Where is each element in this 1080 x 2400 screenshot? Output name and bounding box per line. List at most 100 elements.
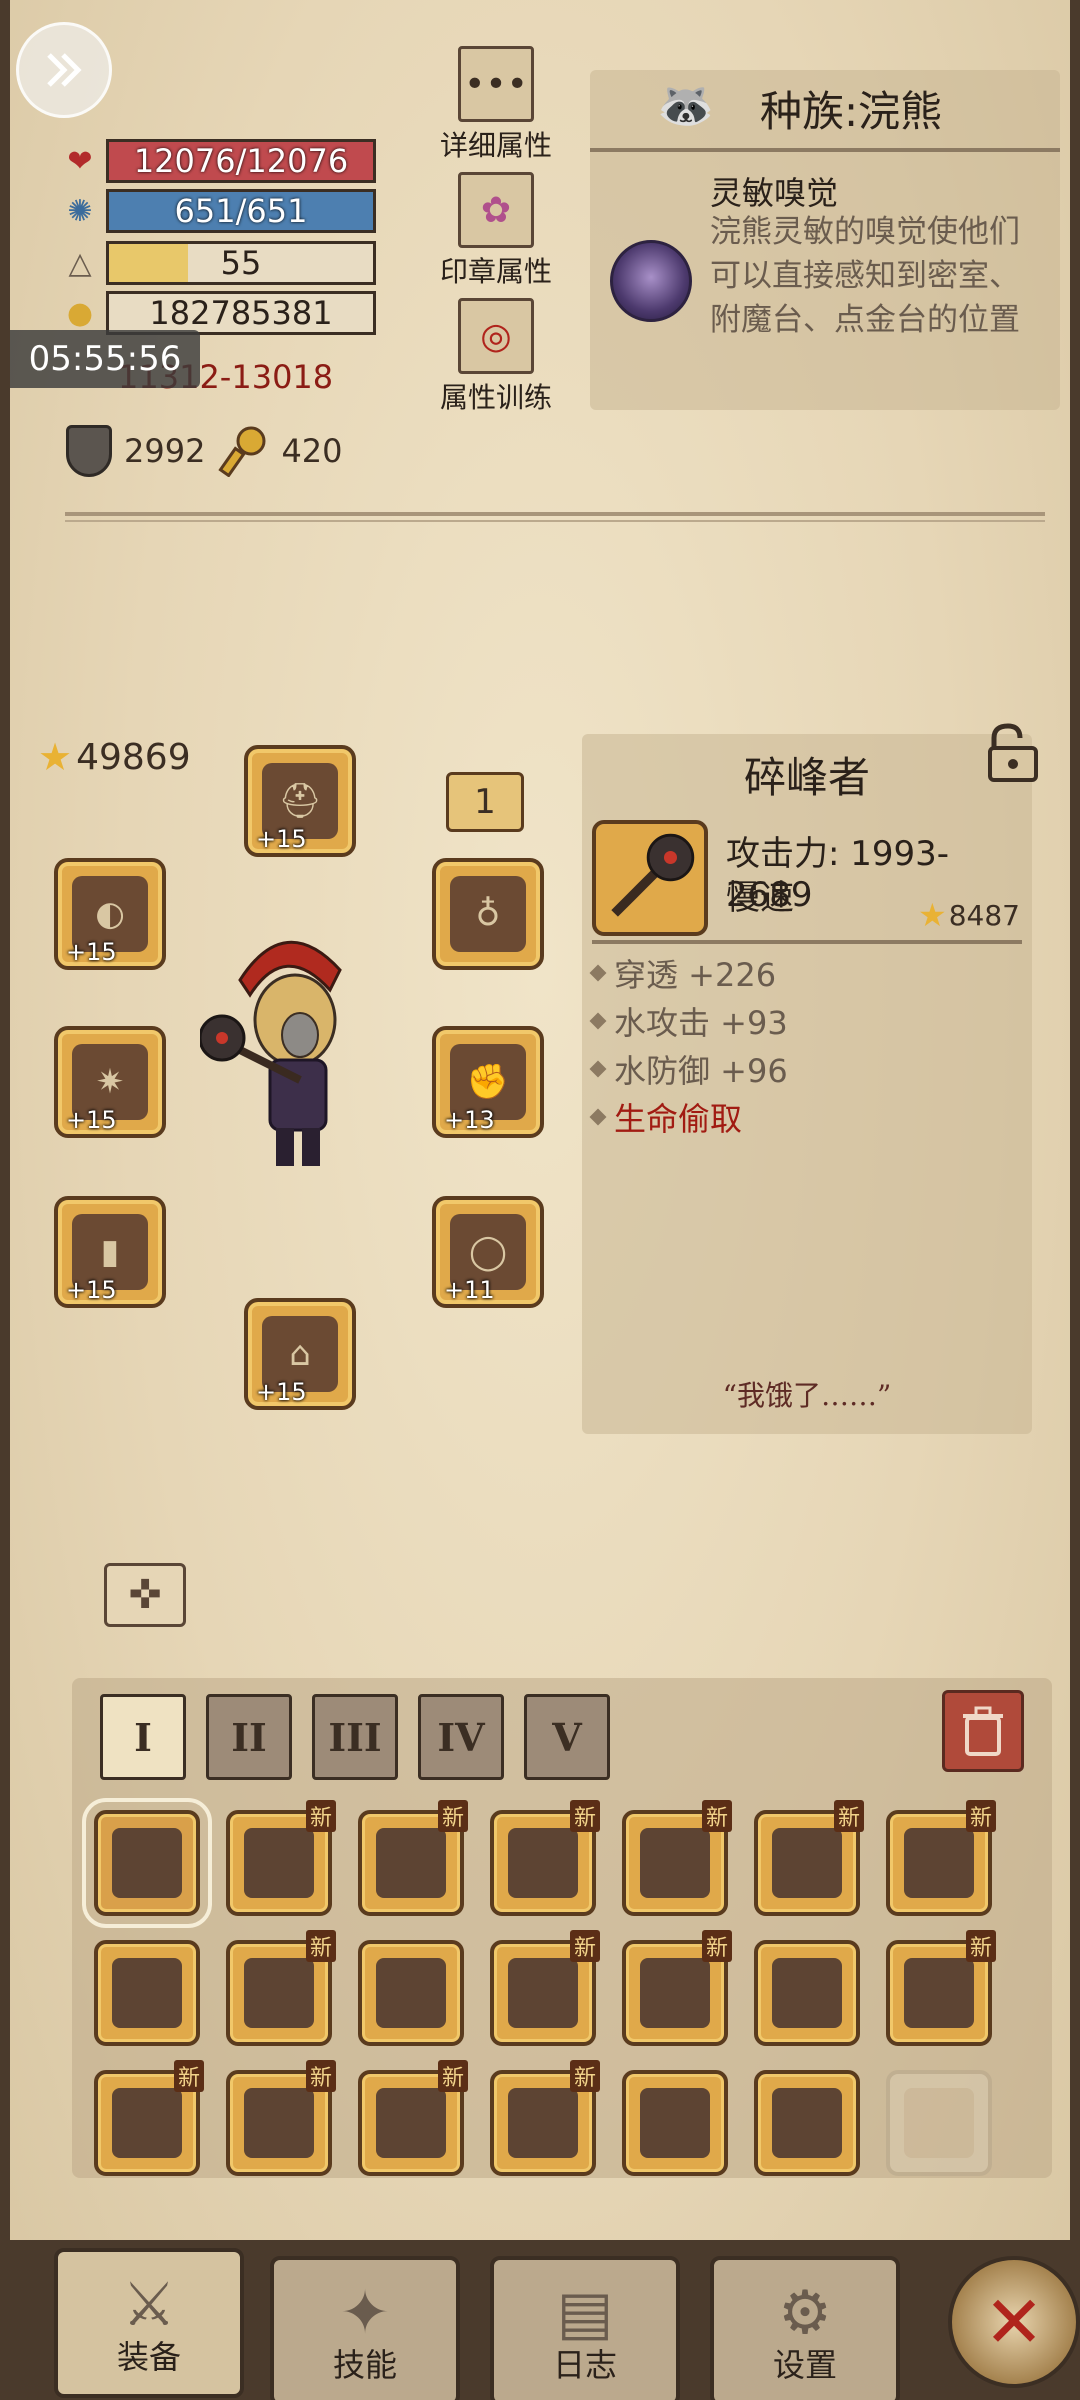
item-icon <box>772 1958 842 2028</box>
inventory-item[interactable] <box>754 1940 860 2046</box>
affix-item: 水攻击 +93 <box>589 998 788 1044</box>
item-icon <box>244 1828 314 1898</box>
tab-page-3[interactable]: III <box>312 1694 398 1780</box>
weapon-quote: “我饿了……” <box>722 1379 892 1412</box>
item-icon <box>508 2088 578 2158</box>
affix-text: 水防御 +96 <box>614 1052 788 1090</box>
tier-value: 1 <box>474 782 496 822</box>
raccoon-trait-icon[interactable] <box>610 240 692 322</box>
inventory-item[interactable]: 新 <box>358 2060 468 2176</box>
inventory-item[interactable] <box>622 2070 728 2176</box>
new-badge: 新 <box>305 1800 336 1832</box>
detail-attributes-button[interactable]: ••• 详细属性 <box>406 46 586 164</box>
defense-row: 2992 420 <box>66 425 343 477</box>
nav-log-button[interactable]: ▤ 日志 <box>490 2256 680 2400</box>
item-icon <box>112 1828 182 1898</box>
item-icon <box>508 1828 578 1898</box>
inventory-item[interactable]: 新 <box>226 2060 336 2176</box>
amulet-icon: ♁ <box>450 876 526 952</box>
new-badge: 新 <box>173 2060 204 2092</box>
enhance-level: +15 <box>256 1378 307 1406</box>
dots-icon: ••• <box>458 46 534 122</box>
inventory-grid: 新新新新新新新新新新新新新新 <box>82 1798 1034 2176</box>
tab-page-2[interactable]: II <box>206 1694 292 1780</box>
heart-icon: ❤ <box>67 143 93 179</box>
inventory-item[interactable]: 新 <box>94 2060 204 2176</box>
item-icon <box>772 1828 842 1898</box>
weapon-detail-panel: 碎峰者 攻击力: 1993-2689 慢速 ★ 8487 穿透 +226 水攻击… <box>582 723 1038 1434</box>
equip-slot-weapon[interactable]: ✷ +15 <box>54 1026 166 1138</box>
new-badge: 新 <box>569 1800 600 1832</box>
gear-icon: ⚙ <box>778 2278 832 2348</box>
tab-page-4[interactable]: IV <box>418 1694 504 1780</box>
item-icon <box>112 1958 182 2028</box>
new-badge: 新 <box>965 1800 996 1832</box>
tab-page-5[interactable]: V <box>524 1694 610 1780</box>
new-badge: 新 <box>965 1930 996 1962</box>
inventory-item[interactable]: 新 <box>754 1800 864 1916</box>
flower-seal-icon: ✿ <box>458 172 534 248</box>
inventory-item[interactable]: 新 <box>886 1930 996 2046</box>
new-badge: 新 <box>437 2060 468 2092</box>
nav-settings-button[interactable]: ⚙ 设置 <box>710 2256 900 2400</box>
equip-slot-shoulder[interactable]: ◐ +15 <box>54 858 166 970</box>
inventory-item[interactable]: 新 <box>226 1930 336 2046</box>
inventory-item[interactable]: 新 <box>886 1800 996 1916</box>
inventory-item[interactable]: 新 <box>490 1800 600 1916</box>
new-badge: 新 <box>305 2060 336 2092</box>
expand-menu-button[interactable] <box>16 22 112 118</box>
item-icon <box>508 1958 578 2028</box>
move-cross-button[interactable]: ✜ <box>104 1563 186 1627</box>
equip-slot-bracer[interactable]: ▮ +15 <box>54 1196 166 1308</box>
inventory-item[interactable]: 新 <box>622 1800 732 1916</box>
inventory-item[interactable]: 新 <box>622 1930 732 2046</box>
new-badge: 新 <box>569 1930 600 1962</box>
inventory-item[interactable]: 新 <box>490 2060 600 2176</box>
seal-attributes-button[interactable]: ✿ 印章属性 <box>406 172 586 290</box>
equip-slot-boots[interactable]: ⌂ +15 <box>244 1298 356 1410</box>
race-title: 种族:浣熊 <box>760 87 943 136</box>
affix-item-special: 生命偷取 <box>589 1094 742 1140</box>
nav-equipment-button[interactable]: ⚔ 装备 <box>54 2248 244 2398</box>
inventory-item[interactable]: 新 <box>358 1800 468 1916</box>
discard-button[interactable] <box>942 1690 1024 1772</box>
new-badge: 新 <box>701 1930 732 1962</box>
equip-slot-ring[interactable]: ◯ +11 <box>432 1196 544 1308</box>
unlock-icon[interactable] <box>980 722 1042 784</box>
race-divider <box>590 148 1060 152</box>
inventory-item[interactable]: 新 <box>226 1800 336 1916</box>
item-icon <box>772 2088 842 2158</box>
inventory-item[interactable] <box>754 2070 860 2176</box>
enhance-level: +13 <box>444 1106 495 1134</box>
diamond-bullet-icon <box>589 964 607 982</box>
inventory-item[interactable]: 新 <box>490 1930 600 2046</box>
raccoon-icon: 🦝 <box>657 77 715 132</box>
inventory-item[interactable] <box>886 2070 992 2176</box>
game-screen: ❤ 12076/12076 ✺ 651/651 △ 55 ● 182785381… <box>0 0 1080 2400</box>
close-button[interactable]: ✕ <box>948 2256 1080 2388</box>
equip-slot-head[interactable]: ⛑ +15 <box>244 745 356 857</box>
hp-row: ❤ 12076/12076 <box>60 138 376 184</box>
attribute-training-button[interactable]: ◎ 属性训练 <box>406 298 586 416</box>
inventory-item[interactable] <box>358 1940 464 2046</box>
equip-slot-amulet[interactable]: ♁ <box>432 858 544 970</box>
close-icon: ✕ <box>983 2280 1045 2364</box>
nav-skills-button[interactable]: ✦ 技能 <box>270 2256 460 2400</box>
inventory-item[interactable] <box>94 1940 200 2046</box>
enhance-level: +15 <box>66 1106 117 1134</box>
weapon-score: ★ 8487 <box>918 896 1020 934</box>
equip-slot-gloves[interactable]: ✊ +13 <box>432 1026 544 1138</box>
mana-icon: ✺ <box>67 193 93 229</box>
inventory-item[interactable] <box>82 1798 212 1928</box>
section-divider-thin <box>65 520 1045 522</box>
tier-box[interactable]: 1 <box>446 772 524 832</box>
enhance-level: +11 <box>444 1276 495 1304</box>
new-badge: 新 <box>833 1800 864 1832</box>
weapon-name: 碎峰者 <box>743 753 870 802</box>
item-icon <box>904 1958 974 2028</box>
skill-emblem-icon: ✦ <box>339 2278 391 2348</box>
trait-description: 浣熊灵敏的嗅觉使他们可以直接感知到密室、附魔台、点金台的位置 <box>710 214 1020 338</box>
item-icon <box>904 1828 974 1898</box>
level-bar: 55 <box>106 241 376 285</box>
tab-page-1[interactable]: I <box>100 1694 186 1780</box>
